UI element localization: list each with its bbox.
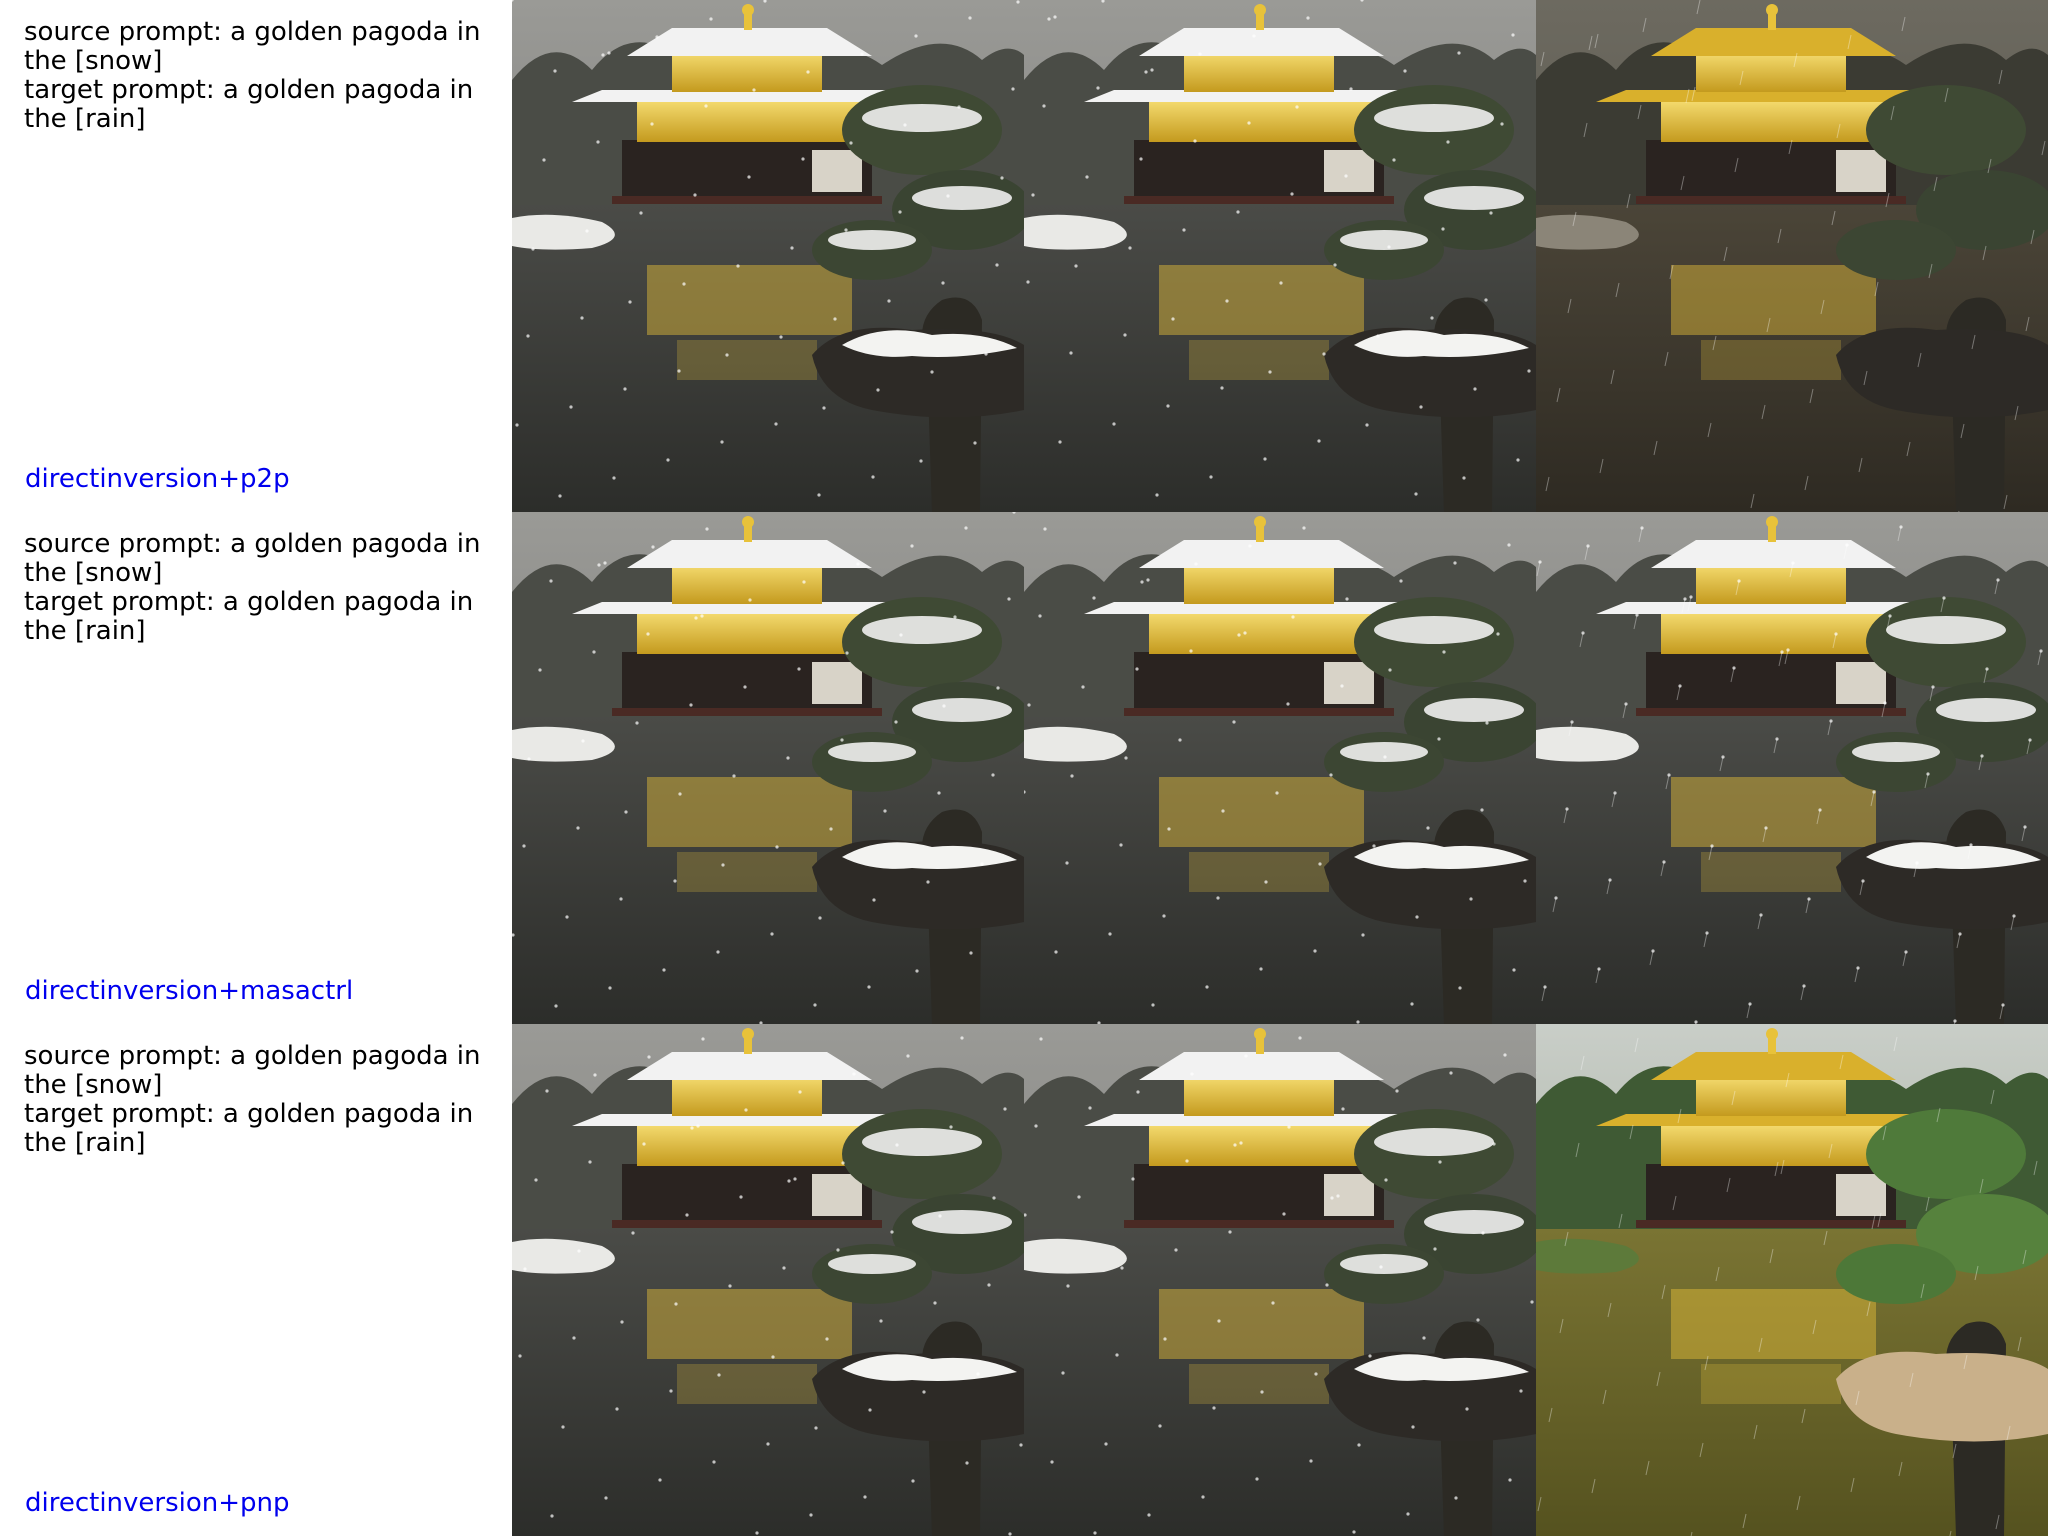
method-name: directinversion+pnp	[25, 1488, 290, 1518]
source-image	[512, 0, 1024, 512]
reconstruction-image	[1024, 1024, 1536, 1536]
prompt-block: source prompt: a golden pagoda in the [s…	[24, 530, 510, 646]
pagoda-scene-illustration	[1536, 0, 2048, 512]
pagoda-scene-illustration	[1024, 1024, 1536, 1536]
reconstruction-image	[1024, 0, 1536, 512]
source-prompt: source prompt: a golden pagoda in the [s…	[24, 1041, 489, 1100]
target-prompt: target prompt: a golden pagoda in the [r…	[24, 587, 482, 646]
prompt-block: source prompt: a golden pagoda in the [s…	[24, 1042, 510, 1158]
result-row: source prompt: a golden pagoda in the [s…	[0, 512, 2048, 1024]
pagoda-scene-illustration	[1536, 512, 2048, 1024]
row-label-cell: source prompt: a golden pagoda in the [s…	[0, 0, 512, 512]
pagoda-scene-illustration	[512, 0, 1024, 512]
comparison-grid: source prompt: a golden pagoda in the [s…	[0, 0, 2048, 1536]
method-name: directinversion+p2p	[25, 464, 290, 494]
target-prompt: target prompt: a golden pagoda in the [r…	[24, 75, 482, 134]
reconstruction-image	[1024, 512, 1536, 1024]
target-prompt: target prompt: a golden pagoda in the [r…	[24, 1099, 482, 1158]
source-prompt: source prompt: a golden pagoda in the [s…	[24, 17, 489, 76]
edited-image	[1536, 1024, 2048, 1536]
source-image	[512, 1024, 1024, 1536]
method-name: directinversion+masactrl	[25, 976, 354, 1006]
edited-image	[1536, 0, 2048, 512]
pagoda-scene-illustration	[1024, 512, 1536, 1024]
pagoda-scene-illustration	[1024, 0, 1536, 512]
pagoda-scene-illustration	[1536, 1024, 2048, 1536]
source-prompt: source prompt: a golden pagoda in the [s…	[24, 529, 489, 588]
row-label-cell: source prompt: a golden pagoda in the [s…	[0, 1024, 512, 1536]
pagoda-scene-illustration	[512, 1024, 1024, 1536]
result-row: source prompt: a golden pagoda in the [s…	[0, 0, 2048, 512]
pagoda-scene-illustration	[512, 512, 1024, 1024]
source-image	[512, 512, 1024, 1024]
row-label-cell: source prompt: a golden pagoda in the [s…	[0, 512, 512, 1024]
edited-image	[1536, 512, 2048, 1024]
result-row: source prompt: a golden pagoda in the [s…	[0, 1024, 2048, 1536]
prompt-block: source prompt: a golden pagoda in the [s…	[24, 18, 510, 134]
